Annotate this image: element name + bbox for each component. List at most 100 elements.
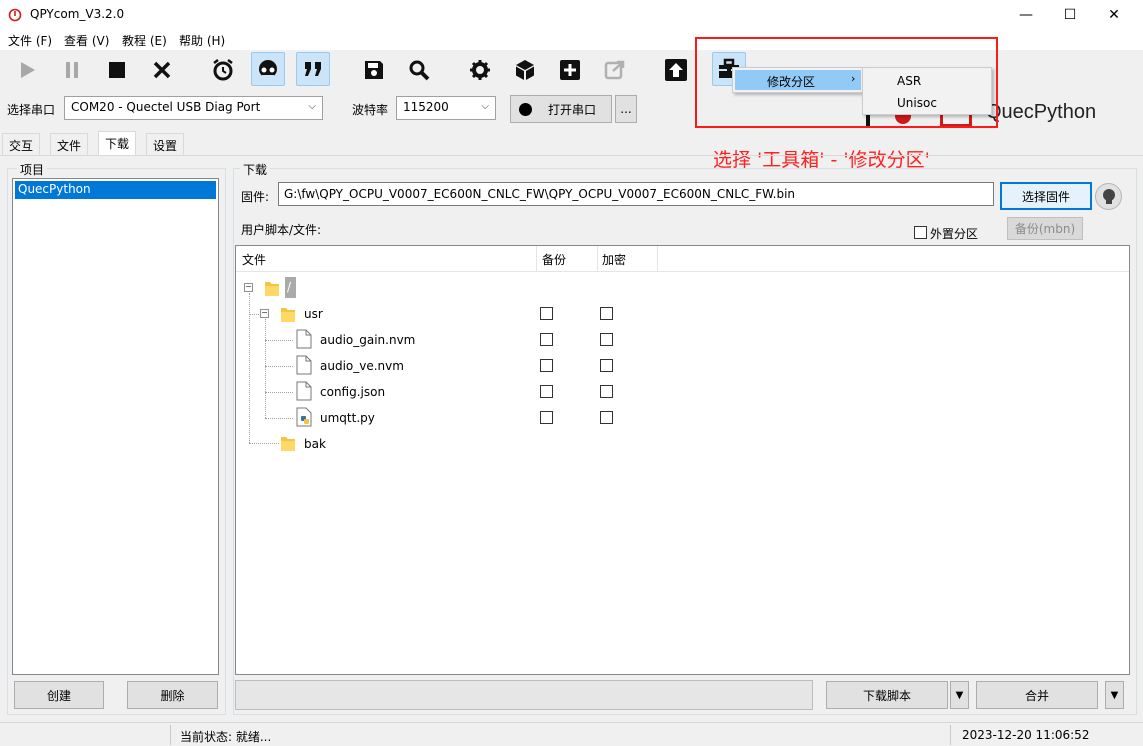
column-header-file[interactable]: 文件 — [242, 251, 266, 268]
stop-button[interactable] — [100, 53, 134, 87]
tree-item-root[interactable]: / — [285, 277, 296, 298]
delete-button[interactable]: 删除 — [127, 681, 218, 709]
chevron-down-icon: ⌵ — [308, 101, 316, 112]
status-divider — [170, 725, 171, 745]
encrypt-checkbox[interactable] — [600, 333, 613, 346]
search-button[interactable] — [402, 53, 436, 87]
file-icon — [296, 329, 312, 349]
add-button[interactable] — [553, 53, 587, 87]
download-script-button[interactable]: 下载脚本 — [826, 681, 948, 709]
plus-icon — [560, 60, 580, 80]
encrypt-checkbox[interactable] — [600, 307, 613, 320]
tree-item-file[interactable]: audio_gain.nvm — [320, 333, 415, 347]
menu-tutorial[interactable]: 教程 (E) — [122, 32, 167, 49]
encrypt-checkbox[interactable] — [600, 359, 613, 372]
tree-item-bak[interactable]: bak — [304, 437, 326, 451]
port-label: 选择串口 — [7, 103, 56, 117]
choose-firmware-button[interactable]: 选择固件 — [1000, 182, 1092, 210]
cube-icon — [516, 60, 534, 80]
column-divider — [597, 246, 598, 272]
download-group-title: 下载 — [240, 161, 271, 178]
upload-button[interactable] — [659, 53, 693, 87]
user-script-label: 用户脚本/文件: — [241, 223, 322, 237]
download-script-label: 下载脚本 — [862, 688, 911, 703]
project-group-title: 项目 — [17, 161, 48, 178]
play-icon — [21, 62, 35, 78]
create-button[interactable]: 创建 — [14, 681, 104, 709]
backup-checkbox[interactable] — [540, 359, 553, 372]
open-port-label: 打开串口 — [548, 102, 597, 117]
port-select[interactable]: COM20 - Quectel USB Diag Port ⌵ — [64, 96, 323, 120]
collapse-toggle[interactable]: − — [244, 283, 253, 292]
delete-label: 删除 — [160, 688, 185, 703]
file-tree-table[interactable]: 文件 备份 加密 — [235, 245, 1130, 675]
tree-item-usr[interactable]: usr — [304, 307, 323, 321]
status-text: 当前状态: 就绪... — [180, 730, 272, 744]
menu-file[interactable]: 文件 (F) — [8, 32, 52, 49]
folder-icon — [281, 437, 295, 451]
open-port-button[interactable]: 打开串口 — [510, 95, 612, 123]
caret-down-icon: ▼ — [955, 689, 964, 701]
column-divider — [536, 246, 537, 272]
external-partition-checkbox[interactable] — [914, 226, 927, 239]
backup-checkbox[interactable] — [540, 411, 553, 424]
tree-item-file[interactable]: config.json — [320, 385, 385, 399]
create-label: 创建 — [46, 688, 71, 703]
tree-item-file[interactable]: audio_ve.nvm — [320, 359, 404, 373]
quote-button[interactable] — [296, 52, 330, 86]
more-button[interactable]: ... — [615, 95, 637, 123]
maximize-button[interactable]: ☐ — [1047, 0, 1093, 30]
minimize-button[interactable]: — — [1003, 0, 1049, 30]
play-button[interactable] — [10, 53, 44, 87]
merge-options-dropdown[interactable]: ▼ — [1105, 681, 1124, 709]
python-file-icon — [296, 407, 312, 427]
merge-button[interactable]: 合并 — [976, 681, 1098, 709]
tree-line — [265, 392, 293, 393]
lightbulb-button[interactable] — [1095, 183, 1122, 210]
more-label: ... — [620, 102, 632, 116]
backup-mbn-button[interactable]: 备份(mbn) — [1007, 217, 1083, 240]
table-header: 文件 备份 加密 — [236, 246, 1129, 272]
download-options-dropdown[interactable]: ▼ — [950, 681, 969, 709]
close-window-button[interactable]: ✕ — [1091, 0, 1137, 30]
status-datetime: 2023-12-20 11:06:52 — [962, 728, 1090, 742]
tab-settings[interactable]: 设置 — [146, 133, 185, 155]
menu-view[interactable]: 查看 (V) — [64, 32, 109, 49]
baud-label: 波特率 — [352, 103, 389, 117]
title-bar: QPYcom_V3.2.0 — ☐ ✕ — [0, 0, 1143, 30]
tab-files[interactable]: 文件 — [50, 133, 89, 155]
package-button[interactable] — [508, 53, 542, 87]
share-button[interactable] — [598, 53, 632, 87]
tree-item-label: / — [287, 280, 292, 294]
list-item[interactable]: QuecPython — [15, 181, 216, 199]
folder-icon — [265, 282, 279, 296]
save-button[interactable] — [357, 53, 391, 87]
alarm-button[interactable] — [206, 53, 240, 87]
external-partition-label: 外置分区 — [930, 227, 979, 241]
recorder-button[interactable] — [251, 52, 285, 86]
stop-icon — [109, 62, 125, 78]
status-divider — [950, 725, 951, 745]
menu-help[interactable]: 帮助 (H) — [179, 32, 225, 49]
tree-line — [265, 340, 293, 341]
pause-button[interactable] — [55, 53, 89, 87]
encrypt-checkbox[interactable] — [600, 411, 613, 424]
clear-button[interactable] — [145, 53, 179, 87]
column-header-backup[interactable]: 备份 — [542, 251, 566, 268]
tree-item-file[interactable]: umqtt.py — [320, 411, 375, 425]
backup-checkbox[interactable] — [540, 307, 553, 320]
backup-checkbox[interactable] — [540, 333, 553, 346]
encrypt-checkbox[interactable] — [600, 385, 613, 398]
column-header-encrypt[interactable]: 加密 — [602, 251, 626, 268]
firmware-path-field[interactable]: G:\fw\QPY_OCPU_V0007_EC600N_CNLC_FW\QPY_… — [278, 182, 994, 206]
baud-select[interactable]: 115200 ⌵ — [396, 96, 496, 120]
firmware-label: 固件: — [241, 190, 270, 204]
tab-download[interactable]: 下载 — [98, 131, 137, 155]
tab-interact[interactable]: 交互 — [2, 133, 41, 155]
settings-button[interactable] — [463, 53, 497, 87]
close-x-icon — [153, 61, 171, 79]
backup-checkbox[interactable] — [540, 385, 553, 398]
upload-icon — [665, 59, 687, 81]
collapse-toggle[interactable]: − — [260, 309, 269, 318]
project-list[interactable]: QuecPython — [12, 178, 219, 675]
